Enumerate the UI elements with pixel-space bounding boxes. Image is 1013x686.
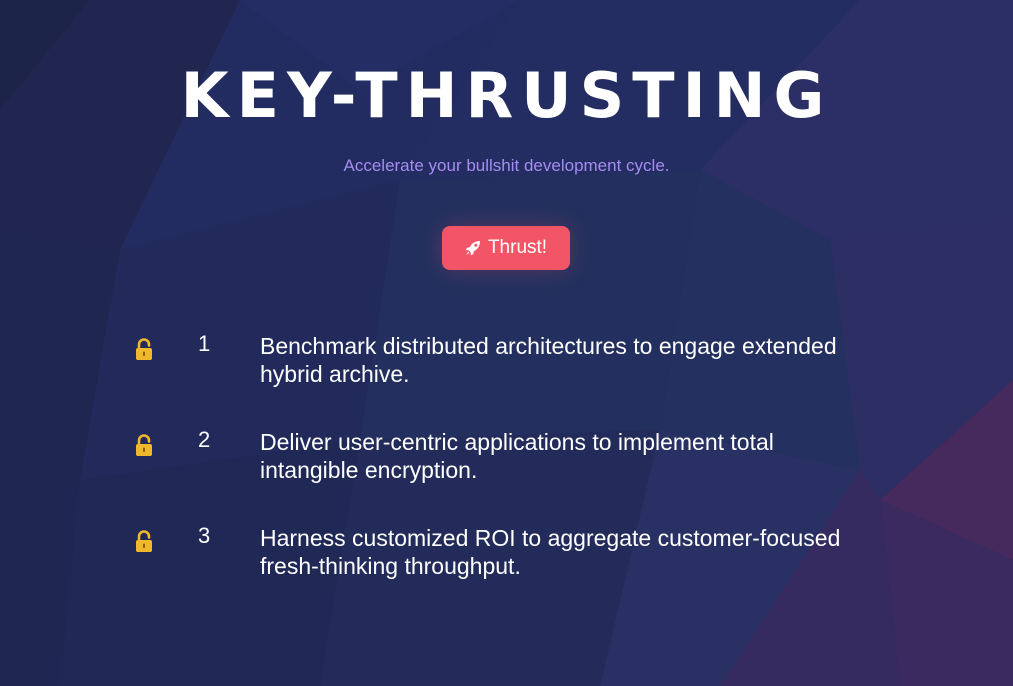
hero-section: KEY-THRUSTING Accelerate your bullshit d…: [0, 0, 1013, 686]
list-item: 3 Harness customized ROI to aggregate cu…: [134, 522, 854, 586]
list-item: 1 Benchmark distributed architectures to…: [134, 330, 854, 394]
item-text: Harness customized ROI to aggregate cust…: [260, 525, 841, 579]
feature-list: 1 Benchmark distributed architectures to…: [0, 0, 1013, 686]
unlocked-padlock-icon: [136, 338, 152, 360]
item-text: Benchmark distributed architectures to e…: [260, 333, 837, 387]
item-number: 3: [198, 523, 211, 548]
list-item: 2 Deliver user-centric applications to i…: [134, 426, 854, 490]
unlocked-padlock-icon: [136, 530, 152, 552]
item-number: 1: [198, 331, 211, 356]
unlocked-padlock-icon: [136, 434, 152, 456]
item-number: 2: [198, 427, 211, 452]
item-text: Deliver user-centric applications to imp…: [260, 429, 774, 483]
